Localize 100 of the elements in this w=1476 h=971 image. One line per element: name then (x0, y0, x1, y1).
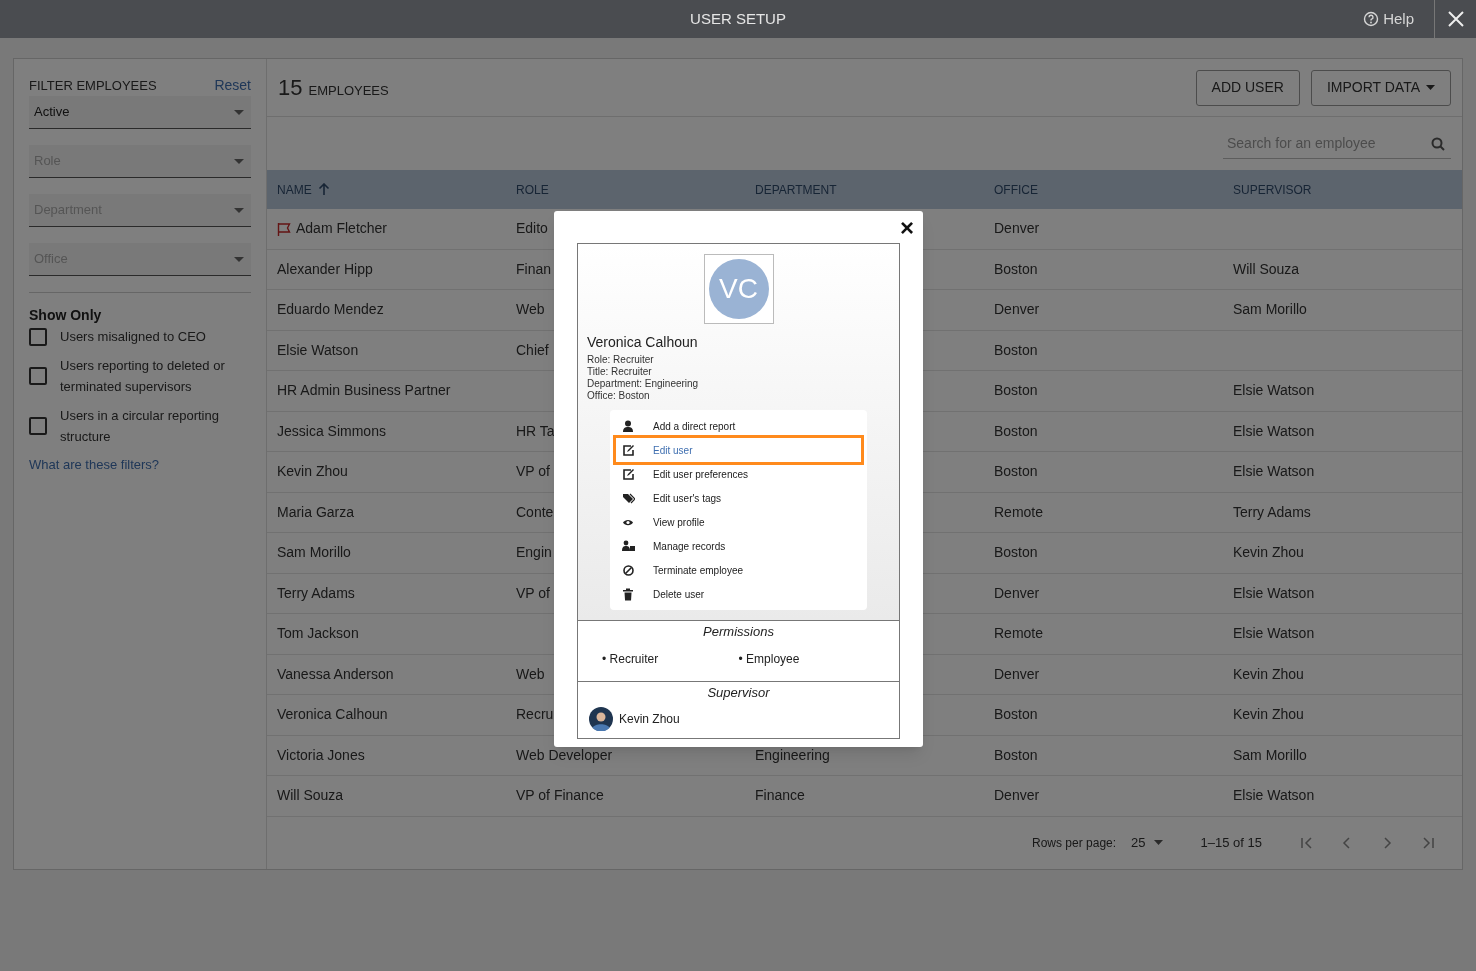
sort-arrow-icon[interactable] (317, 183, 330, 196)
menu-item[interactable]: Add a direct report (616, 414, 861, 438)
filter-dropdown[interactable]: Active (29, 96, 251, 129)
table-cell-text: Denver (994, 664, 1040, 684)
table-cell-text: Denver (994, 583, 1040, 603)
add-user-button[interactable]: ADD USER (1195, 69, 1300, 106)
checkbox-label: Users misaligned to CEO (60, 328, 206, 346)
edit-icon (622, 467, 635, 481)
profile-name: Veronica Calhoun (587, 333, 699, 352)
close-button[interactable]: × (900, 214, 914, 242)
table-cell-text: Tom Jackson (277, 624, 359, 644)
table-cell-text: HR Ta (516, 421, 555, 441)
table-cell-text: HR Admin Business Partner (277, 381, 451, 401)
table-cell-text: Will Souza (277, 786, 344, 806)
permission-item: • Employee (738, 650, 801, 668)
menu-item[interactable]: Edit user (616, 438, 861, 462)
first-page-icon[interactable] (1301, 835, 1315, 850)
table-cell-text: Alexander Hipp (277, 259, 373, 279)
table-cell-text: Boston (994, 462, 1038, 482)
employee-count: 15 (278, 74, 303, 102)
checkbox[interactable] (29, 417, 47, 435)
table-cell-text: Elsie Watson (1233, 421, 1315, 441)
table-cell-text: Remote (994, 502, 1044, 522)
caret-icon (1426, 85, 1435, 90)
column-header[interactable]: SUPERVISOR (1233, 180, 1312, 199)
profile-detail: Office: Boston (587, 390, 651, 402)
filters-help-link[interactable]: What are these filters? (29, 455, 251, 475)
table-cell-text: Kevin Zhou (1233, 543, 1304, 563)
table-cell-text: Boston (994, 543, 1038, 563)
table-cell-text: Kevin Zhou (1233, 664, 1304, 684)
table-cell-text: Elsie Watson (1233, 786, 1315, 806)
table-cell-text: Finance (755, 786, 805, 806)
permission-item: • Recruiter (602, 650, 660, 668)
menu-item[interactable]: Edit user preferences (616, 462, 861, 486)
employee-count-label: EMPLOYEES (308, 82, 389, 100)
table-cell-text: Elsie Watson (1233, 624, 1315, 644)
menu-item[interactable]: Terminate employee (616, 558, 861, 582)
checkbox-label: Users in a circular reporting structure (60, 407, 220, 446)
column-header[interactable]: OFFICE (994, 180, 1038, 199)
table-cell-text: Boston (994, 259, 1038, 279)
table-cell-text: Denver (994, 786, 1040, 806)
table-cell-text: Engin (516, 543, 552, 563)
caret-icon (1153, 840, 1163, 845)
page-range: 1–15 of 15 (1200, 833, 1262, 852)
table-cell-text: Adam Fletcher (296, 219, 388, 239)
checkbox[interactable] (29, 367, 47, 385)
table-cell-text: Elsie Watson (277, 340, 359, 360)
column-header[interactable]: NAME (277, 180, 312, 199)
table-cell-text: VP of (516, 583, 550, 603)
table-cell-text: VP of Finance (516, 786, 604, 806)
table-cell-text: Sam Morillo (1233, 300, 1307, 320)
table-cell-text: Recru (516, 705, 554, 725)
table-cell-text: Sam Morillo (277, 543, 351, 563)
profile-detail: Title: Recruiter (587, 366, 653, 378)
menu-item[interactable]: Manage records (616, 534, 861, 558)
table-cell-text: Kevin Zhou (1233, 705, 1304, 725)
table-cell-text: Elsie Watson (1233, 583, 1315, 603)
table-cell-text: Edito (516, 219, 548, 239)
table-cell-text: Kevin Zhou (277, 462, 348, 482)
last-page-icon[interactable] (1421, 835, 1435, 850)
menu-item[interactable]: View profile (616, 510, 861, 534)
table-cell-text: Web (516, 664, 545, 684)
table-cell-text: Boston (994, 421, 1038, 441)
table-cell-text: VP of (516, 462, 550, 482)
table-cell-text: Boston (994, 381, 1038, 401)
menu-item[interactable]: Delete user (616, 582, 861, 606)
dropdown-caret-icon (234, 109, 244, 115)
profile-detail: Department: Engineering (587, 378, 700, 390)
menu-item[interactable]: Edit user's tags (616, 486, 861, 510)
supervisor-heading: Supervisor (706, 684, 771, 702)
table-cell-text: Terry Adams (277, 583, 355, 603)
reset-link[interactable]: Reset (214, 75, 251, 96)
edit-icon (622, 443, 635, 457)
person-icon (622, 419, 635, 433)
table-cell-text: Elsie Watson (1233, 462, 1315, 482)
supervisor-name: Kevin Zhou (619, 710, 680, 728)
column-header[interactable]: ROLE (516, 180, 549, 199)
dropdown-caret-icon (234, 256, 244, 262)
ban-icon (622, 563, 635, 577)
table-cell-text: Web Developer (516, 745, 613, 765)
permissions-heading: Permissions (702, 623, 775, 641)
column-header[interactable]: DEPARTMENT (755, 180, 837, 199)
help-button[interactable]: Help (1363, 7, 1414, 31)
table-cell-text: Boston (994, 705, 1038, 725)
import-data-button[interactable]: IMPORT DATA (1310, 69, 1451, 106)
checkbox[interactable] (29, 327, 47, 346)
avatar-initials: VC (708, 259, 769, 319)
table-cell-text: Boston (994, 340, 1038, 360)
filter-title: FILTER EMPLOYEES (29, 76, 157, 95)
table-cell-text: Finan (516, 259, 552, 279)
table-cell-text: Boston (994, 745, 1038, 765)
rows-per-page-select[interactable]: 25 (1131, 832, 1163, 853)
search-icon (1431, 136, 1445, 151)
table-cell-text: Sam Morillo (1233, 745, 1307, 765)
table-cell-text: Jessica Simmons (277, 421, 386, 441)
avatar-icon (589, 706, 613, 731)
table-cell-text: Denver (994, 300, 1040, 320)
table-cell-text: Maria Garza (277, 502, 355, 522)
rows-per-page-label: Rows per page: (1032, 834, 1117, 852)
help-icon (1363, 11, 1380, 27)
